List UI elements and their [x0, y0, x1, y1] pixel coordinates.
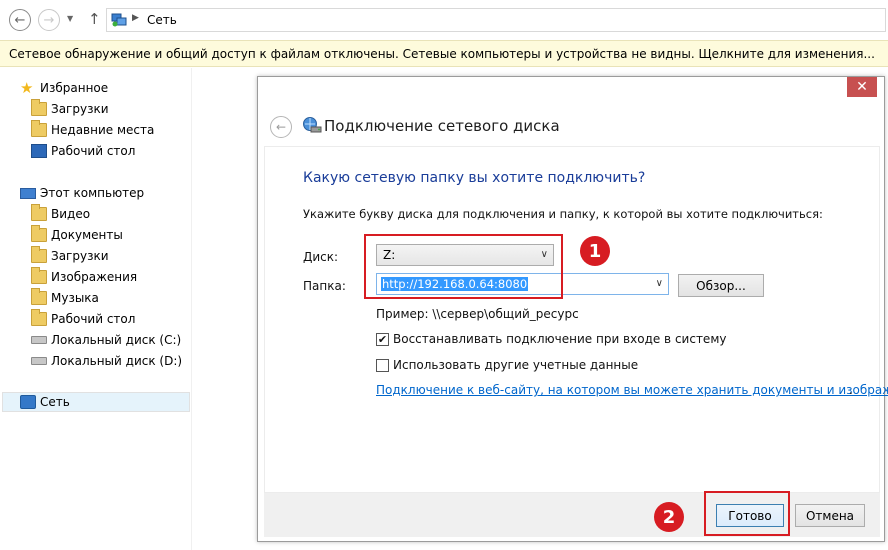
sidebar-item-label: Сеть: [40, 395, 70, 409]
sidebar-item-this-pc[interactable]: Этот компьютер: [20, 183, 144, 203]
sidebar-item-label: Рабочий стол: [51, 144, 136, 158]
back-arrow-icon: ←: [275, 120, 287, 134]
website-link[interactable]: Подключение к веб-сайту, на котором вы м…: [376, 383, 888, 397]
example-text: Пример: \\сервер\общий_ресурс: [376, 307, 579, 321]
folder-label: Папка:: [303, 279, 346, 293]
path-separator-icon: ▶: [132, 13, 139, 23]
sidebar-item-label: Избранное: [40, 81, 109, 95]
network-icon: [20, 395, 36, 409]
drive-label: Диск:: [303, 250, 339, 264]
sidebar-item-label: Загрузки: [51, 102, 109, 116]
music-folder-icon: [31, 288, 47, 305]
other-credentials-label[interactable]: Использовать другие учетные данные: [393, 358, 638, 372]
sidebar-item-desktop[interactable]: Рабочий стол: [31, 141, 135, 161]
sidebar-item-network[interactable]: Сеть: [2, 392, 190, 412]
sidebar-item-video[interactable]: Видео: [31, 204, 90, 224]
sidebar-item-label: Недавние места: [51, 123, 155, 137]
browse-button[interactable]: Обзор...: [678, 274, 764, 297]
highlight-drive-folder: [364, 234, 563, 299]
step-badge-2: 2: [654, 502, 684, 532]
downloads-folder-icon: [31, 246, 47, 263]
address-path[interactable]: ▶ Сеть: [106, 8, 886, 32]
back-arrow-icon: ←: [14, 12, 26, 28]
sidebar-item-downloads[interactable]: Загрузки: [31, 99, 109, 119]
sidebar-item-label: Загрузки: [51, 249, 109, 263]
network-icon: [111, 13, 127, 27]
step-badge-1: 1: [580, 236, 610, 266]
sidebar-item-label: Видео: [51, 207, 91, 221]
video-folder-icon: [31, 204, 47, 221]
sidebar-item-downloads-pc[interactable]: Загрузки: [31, 246, 109, 266]
sidebar-item-desktop-pc[interactable]: Рабочий стол: [31, 309, 135, 329]
sidebar-item-documents[interactable]: Документы: [31, 225, 123, 245]
dialog-back-button[interactable]: ←: [270, 116, 292, 138]
navigation-pane: ★ Избранное Загрузки Недавние места Рабо…: [0, 68, 192, 550]
close-button[interactable]: ✕: [847, 77, 877, 97]
other-credentials-checkbox[interactable]: [376, 359, 389, 372]
network-drive-icon: [303, 117, 322, 133]
reconnect-checkbox[interactable]: ✔: [376, 333, 389, 346]
computer-icon: [20, 187, 36, 199]
sidebar-item-drive-c[interactable]: Локальный диск (C:): [31, 330, 181, 350]
sidebar-item-label: Локальный диск (D:): [51, 354, 183, 368]
desktop-icon: [31, 144, 47, 158]
drive-icon: [31, 357, 47, 365]
close-icon: ✕: [856, 79, 868, 95]
reconnect-label[interactable]: Восстанавливать подключение при входе в …: [393, 332, 726, 346]
sidebar-item-recent-places[interactable]: Недавние места: [31, 120, 154, 140]
sidebar-item-label: Этот компьютер: [40, 186, 145, 200]
recent-locations-dropdown-icon[interactable]: ▼: [67, 14, 73, 23]
dialog-instructions: Укажите букву диска для подключения и па…: [303, 207, 823, 221]
sidebar-item-label: Музыка: [51, 291, 99, 305]
back-button[interactable]: ←: [9, 9, 31, 31]
documents-folder-icon: [31, 225, 47, 242]
sidebar-item-pictures[interactable]: Изображения: [31, 267, 137, 287]
path-segment-network[interactable]: Сеть: [147, 13, 177, 27]
desktop-folder-icon: [31, 309, 47, 326]
sidebar-item-label: Изображения: [51, 270, 138, 284]
map-network-drive-dialog: ✕ ← Подключение сетевого диска Какую сет…: [257, 76, 888, 542]
pictures-folder-icon: [31, 267, 47, 284]
sidebar-item-music[interactable]: Музыка: [31, 288, 99, 308]
recent-places-icon: [31, 120, 47, 137]
sidebar-item-favorites[interactable]: ★ Избранное: [20, 78, 108, 98]
system-drive-icon: [31, 336, 47, 344]
sidebar-item-drive-d[interactable]: Локальный диск (D:): [31, 351, 182, 371]
forward-button[interactable]: →: [38, 9, 60, 31]
dialog-heading: Какую сетевую папку вы хотите подключить…: [303, 170, 646, 186]
sidebar-item-label: Документы: [51, 228, 123, 242]
sidebar-item-label: Рабочий стол: [51, 312, 136, 326]
downloads-folder-icon: [31, 99, 47, 116]
sidebar-item-label: Локальный диск (C:): [51, 333, 182, 347]
chevron-down-icon[interactable]: ∨: [656, 278, 663, 289]
forward-arrow-icon: →: [43, 12, 55, 28]
network-discovery-infobar[interactable]: Сетевое обнаружение и общий доступ к фай…: [0, 40, 888, 67]
link-period: .: [849, 383, 853, 397]
star-icon: ★: [20, 79, 34, 97]
dialog-title: Подключение сетевого диска: [324, 117, 560, 135]
address-toolbar: ← → ▼ ↑ ▶ Сеть: [0, 0, 888, 40]
cancel-button[interactable]: Отмена: [795, 504, 865, 527]
highlight-finish-button: [704, 491, 790, 536]
up-button[interactable]: ↑: [88, 10, 101, 28]
